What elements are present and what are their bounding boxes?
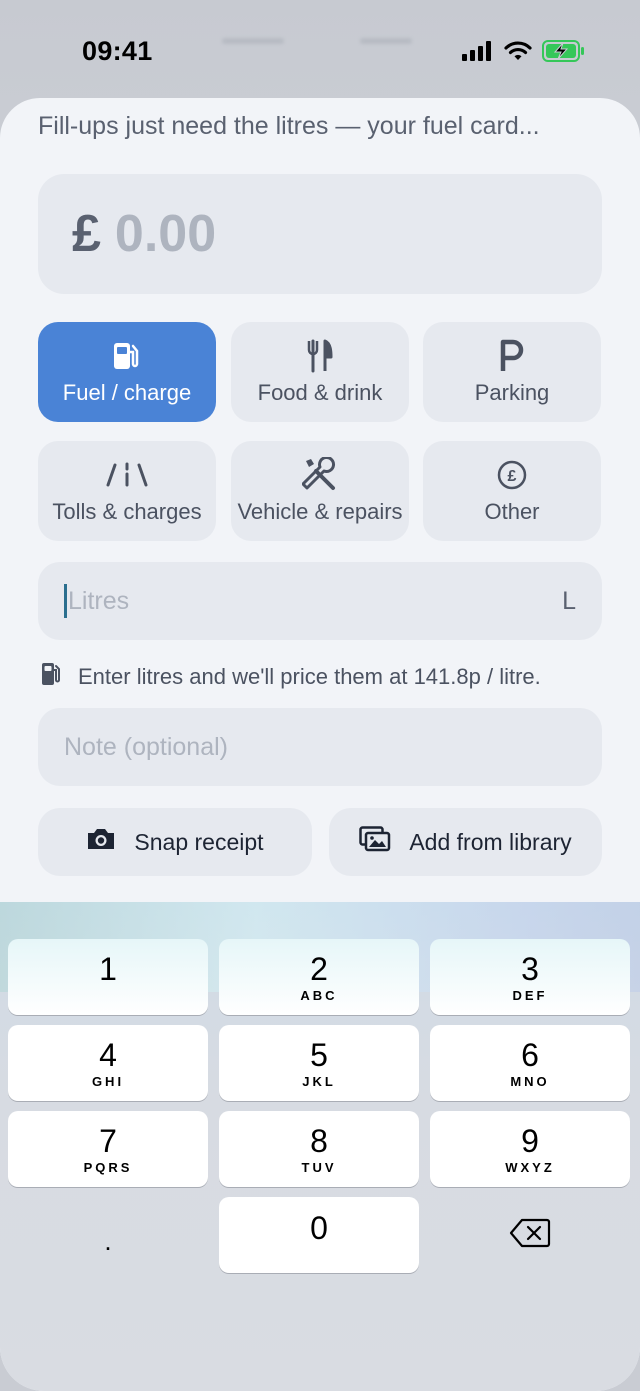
key-digit: 7 xyxy=(99,1122,117,1159)
key-digit: 0 xyxy=(310,1210,328,1246)
litres-placeholder: Litres xyxy=(68,586,130,615)
wifi-icon xyxy=(504,40,532,60)
currency-symbol: £ xyxy=(72,205,101,263)
key-1[interactable]: 1 xyxy=(8,939,208,1015)
key-letters: PQRS xyxy=(83,1159,133,1175)
category-label: Parking xyxy=(474,380,550,405)
key-letters: WXYZ xyxy=(505,1159,555,1175)
snap-receipt-button[interactable]: Snap receipt xyxy=(38,808,312,876)
wrench-screwdriver-icon xyxy=(302,457,338,493)
note-input[interactable]: Note (optional) xyxy=(38,708,602,786)
status-bar: 09:41 xyxy=(0,0,640,100)
key-5[interactable]: 5 JKL xyxy=(219,1025,419,1101)
parking-p-icon xyxy=(498,338,526,374)
amount-value: 0.00 xyxy=(114,205,217,263)
key-digit: 3 xyxy=(521,950,539,987)
text-caret xyxy=(64,584,67,618)
add-from-library-label: Add from library xyxy=(409,828,572,855)
key-digit: 8 xyxy=(310,1122,328,1159)
key-6[interactable]: 6 MNO xyxy=(430,1025,630,1101)
key-decimal[interactable]: . xyxy=(8,1197,208,1273)
key-letters: MNO xyxy=(510,1073,550,1089)
sheet-hint-text: Fill-ups just need the litres — your fue… xyxy=(38,112,540,140)
key-7[interactable]: 7 PQRS xyxy=(8,1111,208,1187)
amount-field[interactable]: £ 0.00 xyxy=(38,174,602,294)
category-label: Vehicle & repairs xyxy=(237,499,403,524)
key-digit: 2 xyxy=(310,950,328,987)
pound-coin-icon: £ xyxy=(496,457,528,493)
cellular-signal-icon xyxy=(462,41,491,61)
status-time: 09:41 xyxy=(82,36,153,66)
fuel-pump-icon xyxy=(111,338,143,374)
road-icon xyxy=(105,457,149,493)
category-label: Fuel / charge xyxy=(62,380,192,405)
category-other[interactable]: £ Other xyxy=(423,441,601,541)
battery-charging-icon xyxy=(542,40,584,62)
category-fuel-charge[interactable]: Fuel / charge xyxy=(38,322,216,422)
litres-input[interactable]: Litres L xyxy=(38,562,602,640)
fuel-pump-icon xyxy=(40,661,64,693)
key-letters: JKL xyxy=(302,1073,336,1089)
key-letters: ABC xyxy=(300,987,338,1003)
key-letters: GHI xyxy=(91,1073,125,1089)
camera-icon xyxy=(86,827,116,857)
key-9[interactable]: 9 WXYZ xyxy=(430,1111,630,1187)
key-letters: TUV xyxy=(301,1159,337,1175)
key-digit: 4 xyxy=(99,1036,117,1073)
status-icons xyxy=(462,40,586,62)
key-digit: 1 xyxy=(99,950,117,987)
backspace-icon xyxy=(509,1218,551,1253)
litres-unit: L xyxy=(562,586,576,615)
key-0[interactable]: 0 xyxy=(219,1197,419,1273)
key-3[interactable]: 3 DEF xyxy=(430,939,630,1015)
key-digit: 9 xyxy=(521,1122,539,1159)
price-hint: Enter litres and we'll price them at 141… xyxy=(40,661,541,693)
key-4[interactable]: 4 GHI xyxy=(8,1025,208,1101)
category-food-drink[interactable]: Food & drink xyxy=(231,322,409,422)
price-hint-text: Enter litres and we'll price them at 141… xyxy=(78,664,541,689)
category-parking[interactable]: Parking xyxy=(423,322,601,422)
category-vehicle-repairs[interactable]: Vehicle & repairs xyxy=(231,441,409,541)
key-letters: DEF xyxy=(512,987,548,1003)
category-label: Tolls & charges xyxy=(52,499,202,524)
category-label: Food & drink xyxy=(257,380,383,405)
key-digit: . xyxy=(104,1226,112,1256)
category-tolls-charges[interactable]: Tolls & charges xyxy=(38,441,216,541)
key-digit: 5 xyxy=(310,1036,328,1073)
snap-receipt-label: Snap receipt xyxy=(134,828,264,855)
add-expense-sheet: Fill-ups just need the litres — your fue… xyxy=(0,98,640,1391)
numeric-keypad: 1 2 ABC 3 DEF 4 GHI 5 JKL 6 MNO 7 PQRS 8 xyxy=(0,902,640,1391)
fork-knife-icon xyxy=(306,338,334,374)
key-2[interactable]: 2 ABC xyxy=(219,939,419,1015)
category-label: Other xyxy=(484,499,540,524)
key-digit: 6 xyxy=(521,1036,539,1073)
photo-library-icon xyxy=(359,826,391,858)
svg-text:£: £ xyxy=(508,468,517,485)
note-placeholder: Note (optional) xyxy=(64,732,228,761)
key-8[interactable]: 8 TUV xyxy=(219,1111,419,1187)
add-from-library-button[interactable]: Add from library xyxy=(329,808,602,876)
delete-key[interactable] xyxy=(430,1197,630,1273)
